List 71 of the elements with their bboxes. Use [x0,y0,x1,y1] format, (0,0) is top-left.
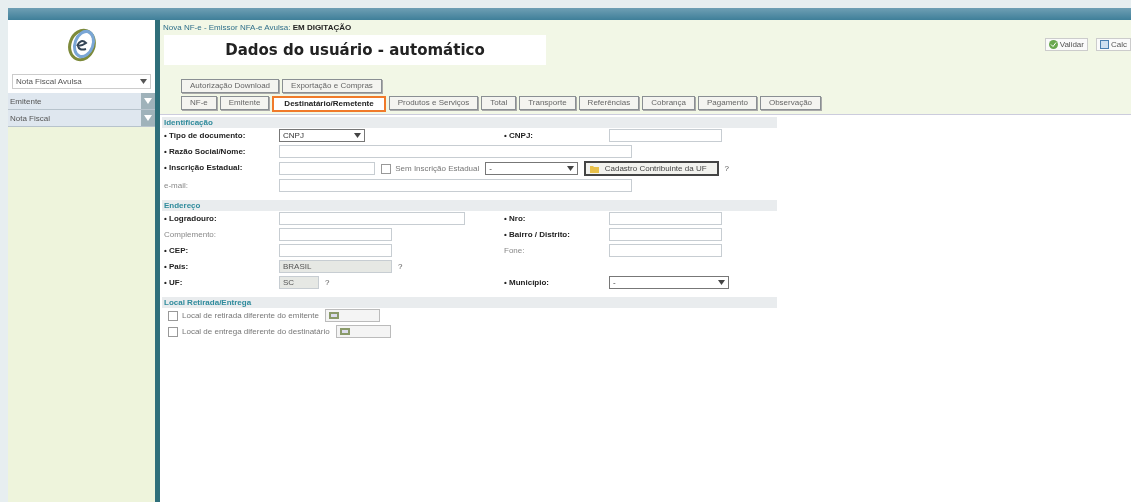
field-label: • CNPJ: [503,130,535,142]
help-mark[interactable]: ? [724,164,729,173]
tab[interactable]: Cobrança [642,96,695,110]
checkbox-label: Sem Inscrição Estadual [395,164,480,173]
tab[interactable]: Observação [759,96,822,110]
page-title: Nova NF-e - Emissor NFA-e Avulsa: EM DIGITAÇÃO [163,23,353,32]
section-header: Identificação [162,117,777,128]
tab[interactable]: Exportação e Compras [282,79,382,93]
field-label: • País: [163,261,190,273]
checkbox-label: Local de entrega diferente do destinatário [182,327,330,336]
help-mark[interactable]: ? [398,262,403,271]
tab[interactable]: Transporte [519,96,576,110]
check-icon [1048,40,1058,49]
caret-icon [718,280,725,285]
tab[interactable]: NF-e [181,96,217,110]
tab[interactable]: Total [481,96,517,110]
folder-icon [589,164,599,173]
field-label: Complemento: [163,229,218,241]
image-icon [329,312,339,319]
field-label: • Logradouro: [163,213,218,225]
checkbox[interactable] [168,326,178,337]
tab[interactable]: Pagamento [698,96,757,110]
select-field[interactable]: CNPJ [279,129,365,142]
checkbox[interactable] [381,163,392,174]
input-field[interactable] [609,244,722,257]
field-label: • CEP: [163,245,190,257]
select-field[interactable]: - [485,162,578,175]
field-label: • Inscrição Estadual: [163,162,244,174]
field-label: e-mail: [163,180,189,192]
field-label: • Município: [503,277,550,289]
validate-button[interactable]: Validar [1044,38,1088,51]
annotation-banner: Dados do usuário - automático [164,35,546,65]
help-mark[interactable]: ? [325,278,330,287]
checkbox[interactable] [168,310,178,321]
input-field[interactable] [609,129,722,142]
document-icon [1100,40,1109,49]
input-field[interactable] [279,212,465,225]
tab[interactable]: Produtos e Serviços [388,96,479,110]
input-field[interactable] [279,145,632,158]
field-label: • Razão Social/Nome: [163,146,247,158]
caret-icon [566,166,574,171]
tab[interactable]: Referências [578,96,640,110]
caret-icon [354,133,361,138]
module-select[interactable]: Nota Fiscal Avulsa [12,74,151,89]
picker-field[interactable] [325,309,380,322]
caret-icon [140,79,147,84]
checkbox-label: Local de retirada diferente do emitente [182,311,319,320]
document-button[interactable]: Calc [1096,38,1131,51]
picker-field[interactable] [335,325,391,338]
input-field[interactable] [279,228,392,241]
select-field[interactable]: - [609,276,729,289]
sidebar-item[interactable]: Emitente [8,93,155,110]
input-field[interactable] [609,212,722,225]
tab[interactable]: Autorização Download [181,79,280,93]
tab[interactable]: Emitente [219,96,270,110]
field-label: • Bairro / Distrito: [503,229,571,241]
tab[interactable]: Destinatário/Remetente [272,96,386,112]
input-field[interactable] [279,162,376,175]
input-field[interactable] [279,244,392,257]
input-field[interactable] [609,228,722,241]
input-field[interactable] [279,179,632,192]
field-label: • Tipo de documento: [163,130,247,142]
sidebar-item[interactable]: Nota Fiscal [8,110,155,127]
section-header: Local Retirada/Entrega [162,297,777,308]
section-header: Endereço [162,200,777,211]
image-icon [339,328,350,335]
register-button[interactable]: Cadastro Contribuinte da UF [583,161,719,176]
caret-icon [141,110,155,126]
field-label: • Nro: [503,213,527,225]
field-label: Fone: [503,245,526,257]
field-label: • UF: [163,277,184,289]
